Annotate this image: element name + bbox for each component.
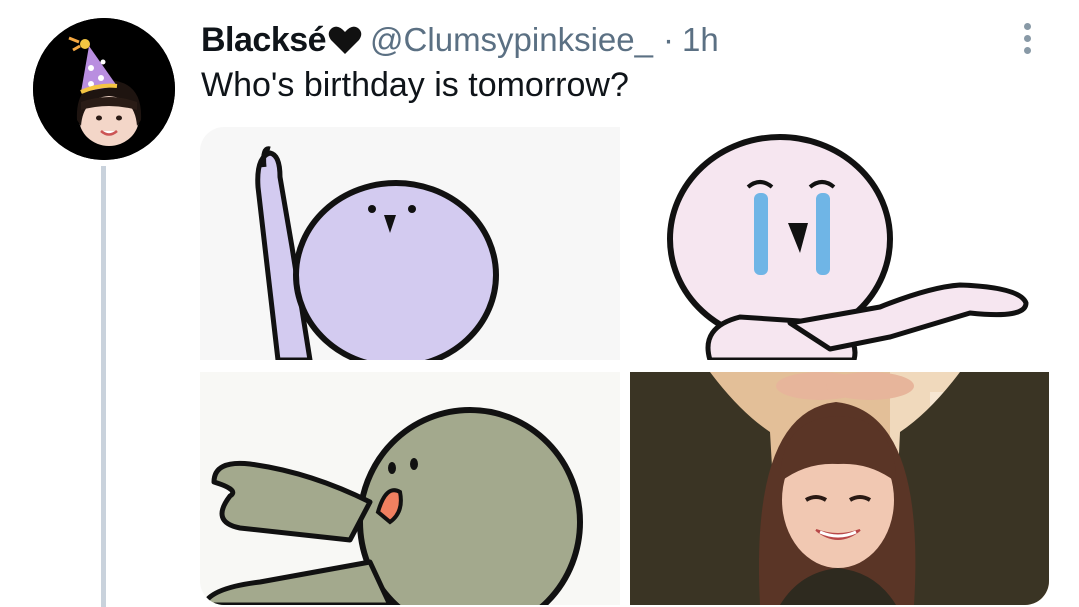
timestamp[interactable]: 1h	[682, 21, 719, 59]
black-heart-icon	[328, 25, 362, 55]
media-image-3[interactable]	[200, 372, 620, 605]
pink-blob-crying-pointing-image	[630, 127, 1049, 360]
tweet-text: Who's birthday is tomorrow?	[201, 66, 629, 104]
user-handle[interactable]: @Clumsypinksiee_	[370, 21, 653, 59]
more-dot	[1023, 46, 1031, 54]
photo-girl-hands-on-head-image	[630, 372, 1049, 605]
media-image-2[interactable]	[630, 127, 1049, 360]
media-image-4[interactable]	[630, 372, 1049, 605]
purple-blob-raising-hand-image	[200, 127, 620, 360]
tweet-header: Blacksé @Clumsypinksiee_ · 1h	[201, 18, 719, 62]
separator-dot: ·	[662, 21, 674, 58]
more-dot	[1023, 22, 1031, 30]
more-options-icon[interactable]	[1012, 18, 1042, 58]
profile-avatar[interactable]	[33, 18, 175, 160]
media-image-1[interactable]	[200, 127, 620, 360]
gray-green-blob-reaching-image	[200, 372, 620, 605]
thread-connector-line	[101, 166, 106, 607]
party-hat-avatar-icon	[33, 18, 175, 160]
more-dot	[1023, 34, 1031, 42]
media-grid	[200, 127, 1049, 605]
display-name[interactable]: Blacksé	[201, 21, 327, 60]
